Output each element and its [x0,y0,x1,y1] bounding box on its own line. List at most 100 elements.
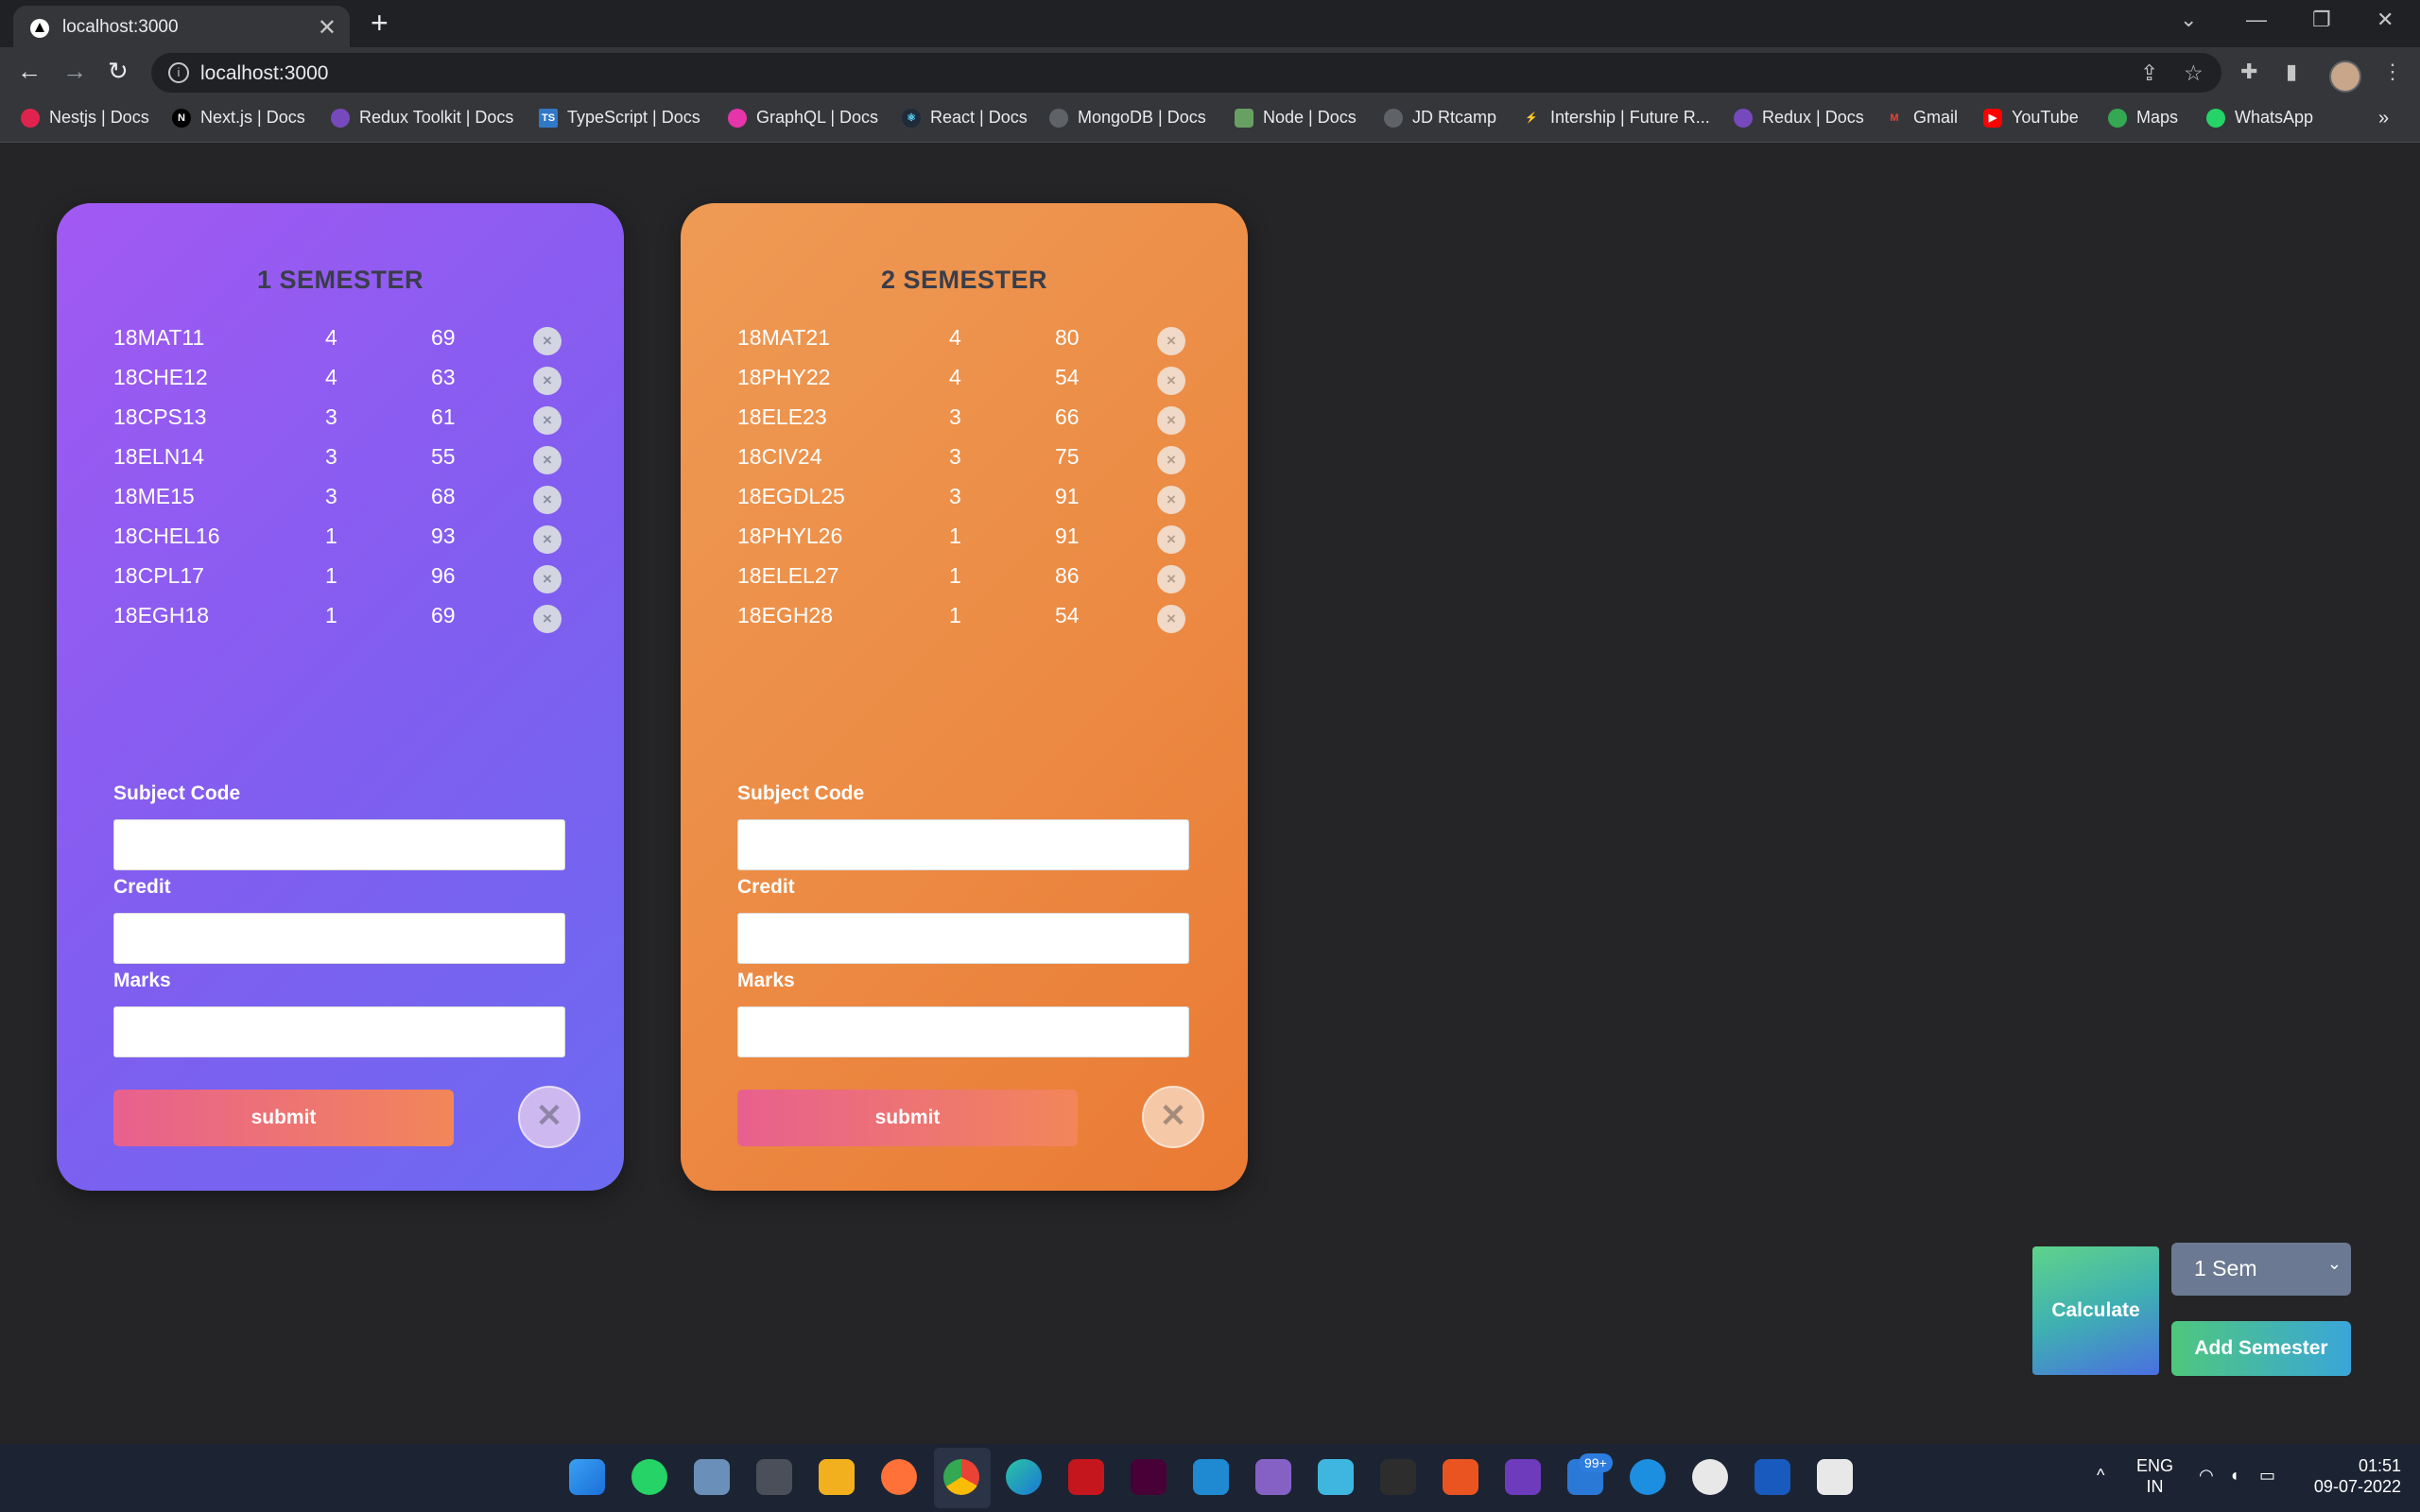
bookmark-item[interactable]: Redux Toolkit | Docs [331,108,513,128]
delete-subject-icon[interactable]: × [533,327,562,355]
calculate-button[interactable]: Calculate [2032,1246,2159,1375]
credit-input[interactable] [113,913,565,964]
restore-button[interactable]: ❐ [2312,8,2331,32]
clock[interactable]: 01:51 09-07-2022 [2307,1455,2401,1497]
subject-code: 18CHEL16 [113,524,220,548]
site-info-icon[interactable]: i [168,62,189,83]
new-tab-button[interactable]: + [371,6,389,41]
url-text: localhost:3000 [200,62,329,84]
delete-subject-icon[interactable]: × [533,367,562,395]
firefox-icon[interactable] [881,1459,917,1495]
azure-data-studio-icon[interactable] [1318,1459,1354,1495]
wifi-icon[interactable]: ◠ [2199,1465,2214,1486]
bookmark-item[interactable]: M Gmail [1885,108,1958,128]
delete-subject-icon[interactable]: × [1157,327,1185,355]
visual-studio-icon[interactable] [1255,1459,1291,1495]
chrome-icon[interactable] [943,1459,979,1495]
nextjs-icon: N [172,108,191,128]
profile-avatar[interactable] [2329,60,2361,93]
remove-semester-button[interactable]: ✕ [518,1086,580,1148]
photos-icon[interactable] [694,1459,730,1495]
terminal-icon[interactable] [1380,1459,1416,1495]
adobe-xd-icon[interactable] [1131,1459,1167,1495]
bookmark-item[interactable]: GraphQL | Docs [728,108,878,128]
subject-code-input[interactable] [113,819,565,870]
delete-subject-icon[interactable]: × [533,525,562,554]
subject-code: 18ELEL27 [737,563,839,588]
delete-subject-icon[interactable]: × [533,486,562,514]
bookmark-item[interactable]: Node | Docs [1235,108,1357,128]
unity-icon[interactable] [756,1459,792,1495]
bookmark-item[interactable]: ⚡ Intership | Future R... [1522,108,1710,128]
more-bookmarks-icon[interactable]: » [2378,108,2389,129]
subject-code: 18EGH18 [113,603,210,627]
bookmark-item[interactable]: TS TypeScript | Docs [539,108,700,128]
whatsapp-icon[interactable] [631,1459,667,1495]
bookmark-item[interactable]: JD Rtcamp [1384,108,1496,128]
subject-code-label: Subject Code [113,782,241,804]
nestjs-icon [21,108,40,128]
bookmark-item[interactable]: ▶ YouTube [1983,108,2079,128]
menu-kebab-icon[interactable]: ⋮ [2382,60,2403,84]
delete-subject-icon[interactable]: × [533,446,562,474]
share-icon[interactable]: ⇪ [2140,60,2158,86]
nextjs-favicon-icon [30,19,49,38]
marks-input[interactable] [113,1006,565,1057]
tab-search-icon[interactable]: ⌄ [2180,8,2197,32]
reload-button[interactable]: ↻ [108,57,129,86]
delete-subject-icon[interactable]: × [533,406,562,435]
back-button[interactable]: ← [17,57,42,86]
acrobat-icon[interactable] [1068,1459,1104,1495]
credit-input[interactable] [737,913,1189,964]
remove-semester-button[interactable]: ✕ [1142,1086,1204,1148]
delete-subject-icon[interactable]: × [1157,565,1185,593]
side-panel-icon[interactable]: ▮ [2286,60,2297,84]
word-icon[interactable] [1754,1459,1790,1495]
marks-input[interactable] [737,1006,1189,1057]
bookmark-item[interactable]: WhatsApp [2206,108,2313,128]
delete-subject-icon[interactable]: × [1157,367,1185,395]
close-tab-icon[interactable]: ✕ [318,14,337,42]
language-indicator[interactable]: ENG IN [2136,1455,2173,1497]
delete-subject-icon[interactable]: × [1157,486,1185,514]
browser-tab[interactable]: localhost:3000 ✕ [13,6,350,47]
docker-icon[interactable] [1630,1459,1666,1495]
add-semester-button[interactable]: Add Semester [2171,1321,2351,1376]
show-hidden-icons-icon[interactable]: ^ [2097,1465,2104,1486]
delete-subject-icon[interactable]: × [1157,406,1185,435]
snipping-tool-icon[interactable] [1817,1459,1853,1495]
ubuntu-icon[interactable] [1443,1459,1478,1495]
bookmark-item[interactable]: Redux | Docs [1734,108,1864,128]
vscode-icon[interactable] [1193,1459,1229,1495]
bookmark-item[interactable]: Maps [2108,108,2178,128]
forward-button[interactable]: → [62,57,87,86]
minimize-button[interactable]: — [2246,8,2267,32]
devtoys-icon[interactable] [1505,1459,1541,1495]
start-icon[interactable] [569,1459,605,1495]
bookmark-item[interactable]: N Next.js | Docs [172,108,305,128]
bookmark-item[interactable]: Nestjs | Docs [21,108,149,128]
subject-marks: 69 [431,603,456,627]
clock-app-icon[interactable] [1692,1459,1728,1495]
delete-subject-icon[interactable]: × [1157,525,1185,554]
address-bar[interactable]: i localhost:3000 ⇪ ☆ [151,53,2221,93]
volume-icon[interactable]: ◖ [2229,1465,2239,1486]
subject-code: 18CIV24 [737,444,822,469]
delete-subject-icon[interactable]: × [533,605,562,633]
bookmark-item[interactable]: ⚛ React | Docs [902,108,1028,128]
close-window-button[interactable]: ✕ [2377,8,2394,32]
subject-credit: 3 [325,484,337,508]
bookmark-item[interactable]: MongoDB | Docs [1049,108,1206,128]
subject-code-input[interactable] [737,819,1189,870]
delete-subject-icon[interactable]: × [1157,446,1185,474]
file-explorer-icon[interactable] [819,1459,855,1495]
delete-subject-icon[interactable]: × [1157,605,1185,633]
battery-icon[interactable]: ▭ [2259,1465,2275,1486]
edge-icon[interactable] [1006,1459,1042,1495]
semester-select[interactable]: 1 Sem ⌄ [2171,1243,2351,1296]
delete-subject-icon[interactable]: × [533,565,562,593]
submit-button[interactable]: submit [113,1090,454,1146]
extensions-icon[interactable]: ✚ [2240,60,2257,84]
submit-button[interactable]: submit [737,1090,1078,1146]
bookmark-star-icon[interactable]: ☆ [2184,60,2204,86]
